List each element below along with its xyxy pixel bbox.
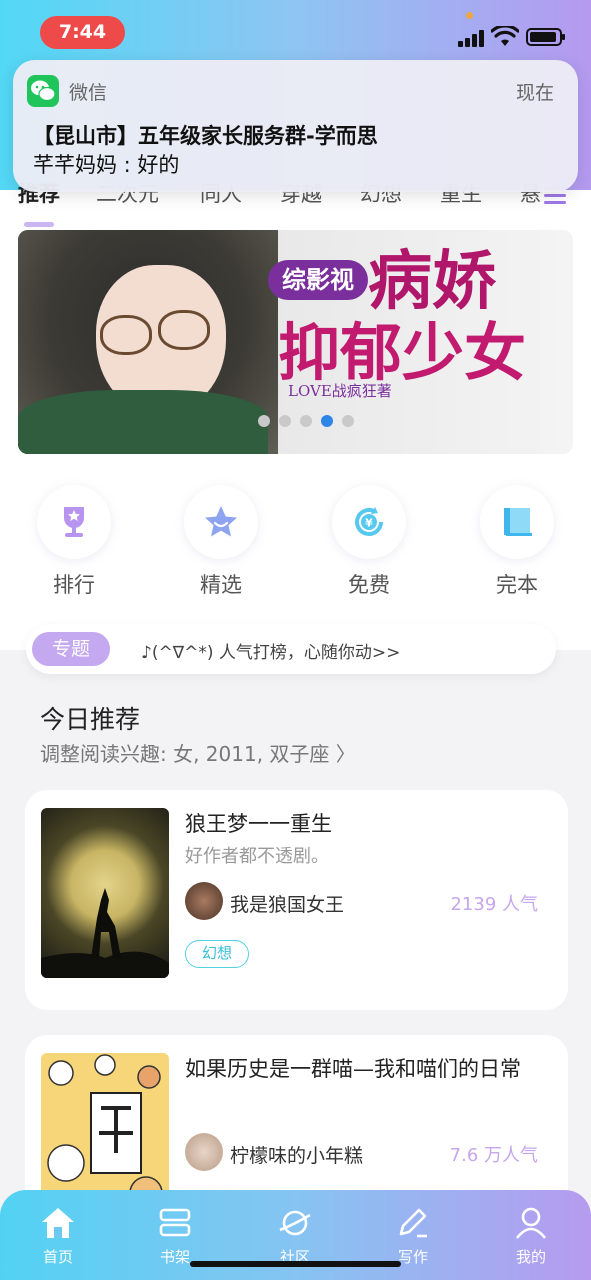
book-icon	[504, 508, 532, 536]
banner-dot[interactable]	[258, 415, 270, 427]
quick-nav-label: 完本	[496, 573, 538, 597]
nav-label: 首页	[42, 1248, 73, 1266]
quick-nav-label: 免费	[348, 573, 390, 597]
wechat-icon	[27, 75, 59, 107]
nav-bookshelf[interactable]: 书架	[135, 1190, 215, 1270]
home-icon	[42, 1208, 74, 1238]
trophy-icon	[64, 507, 84, 537]
nav-home[interactable]: 首页	[18, 1190, 98, 1270]
free-circle: ¥	[332, 485, 406, 559]
status-bar: 7:44	[0, 0, 591, 62]
notification-body: 芊芊妈妈 : 好的	[33, 153, 180, 177]
book-title[interactable]: 如果历史是一群喵—我和喵们的日常	[185, 1053, 521, 1083]
notification-app-name: 微信	[69, 82, 108, 104]
topic-text: ♪(^∇^*) 人气打榜，心随你动>>	[141, 643, 401, 663]
banner-dot[interactable]	[342, 415, 354, 427]
quick-nav-completed[interactable]: 完本	[472, 485, 562, 605]
battery-icon	[526, 28, 565, 46]
yen-icon: ¥	[355, 507, 383, 536]
quick-nav-label: 精选	[200, 573, 242, 597]
quick-nav-free[interactable]: ¥ 免费	[324, 485, 414, 605]
wechat-notification[interactable]: 微信 现在 【昆山市】五年级家长服务群-学而思 芊芊妈妈 : 好的	[13, 60, 578, 192]
notification-title: 【昆山市】五年级家长服务群-学而思	[33, 124, 378, 148]
quick-nav-ranking[interactable]: 排行	[29, 485, 119, 605]
banner-glasses-left	[100, 315, 152, 355]
book-card[interactable]: 狼王梦一一重生 好作者都不透剧。 我是狼国女王 2139 人气 幻想	[25, 790, 568, 1010]
privacy-indicator-icon	[466, 12, 473, 19]
nav-write[interactable]: 写作	[373, 1190, 453, 1270]
avatar[interactable]	[185, 1133, 223, 1171]
svg-text:¥: ¥	[365, 517, 373, 530]
ranking-circle	[37, 485, 111, 559]
author-name[interactable]: 我是狼国女王	[230, 890, 344, 917]
status-time: 7:44	[40, 16, 125, 49]
author-name[interactable]: 柠檬味的小年糕	[230, 1141, 363, 1168]
banner-author: LOVE战疯狂著	[288, 382, 392, 400]
wifi-icon	[491, 26, 519, 46]
quick-nav-featured[interactable]: 精选	[176, 485, 266, 605]
home-indicator[interactable]	[190, 1261, 401, 1267]
banner-dot-active[interactable]	[321, 415, 333, 427]
featured-circle	[184, 485, 258, 559]
cellular-signal-icon	[458, 30, 484, 47]
nav-community[interactable]: 社区	[255, 1190, 335, 1270]
banner-glasses-right	[158, 310, 210, 350]
book-description: 好作者都不透剧。	[185, 846, 329, 867]
star-icon	[205, 506, 237, 537]
topic-badge: 专题	[32, 632, 110, 666]
banner-dot[interactable]	[300, 415, 312, 427]
notification-time: 现在	[515, 82, 554, 104]
book-title[interactable]: 狼王梦一一重生	[185, 808, 332, 838]
bookshelf-icon	[159, 1208, 191, 1237]
promo-banner[interactable]: 综影视 病娇 抑郁少女 LOVE战疯狂著	[18, 230, 573, 454]
nav-label: 我的	[515, 1248, 546, 1266]
genre-tag[interactable]: 幻想	[185, 940, 249, 968]
banner-badge: 综影视	[268, 260, 368, 300]
completed-circle	[480, 485, 554, 559]
avatar[interactable]	[185, 882, 223, 920]
book-cover	[41, 808, 169, 978]
planet-icon	[279, 1210, 311, 1236]
banner-jacket	[18, 390, 268, 454]
quick-nav-label: 排行	[53, 573, 95, 597]
nav-profile[interactable]: 我的	[491, 1190, 571, 1270]
pen-icon	[399, 1208, 427, 1238]
adjust-interest-link[interactable]: 调整阅读兴趣: 女, 2011, 双子座 〉	[40, 738, 356, 767]
popularity-count: 2139 人气	[450, 894, 538, 915]
section-title: 今日推荐	[40, 705, 141, 734]
topic-bar[interactable]: 专题 ♪(^∇^*) 人气打榜，心随你动>>	[26, 624, 556, 674]
popularity-count: 7.6 万人气	[449, 1145, 538, 1166]
banner-title-line2: 抑郁少女	[278, 316, 527, 389]
tab-active-indicator	[24, 222, 54, 227]
banner-dot[interactable]	[279, 415, 291, 427]
user-icon	[515, 1207, 547, 1239]
